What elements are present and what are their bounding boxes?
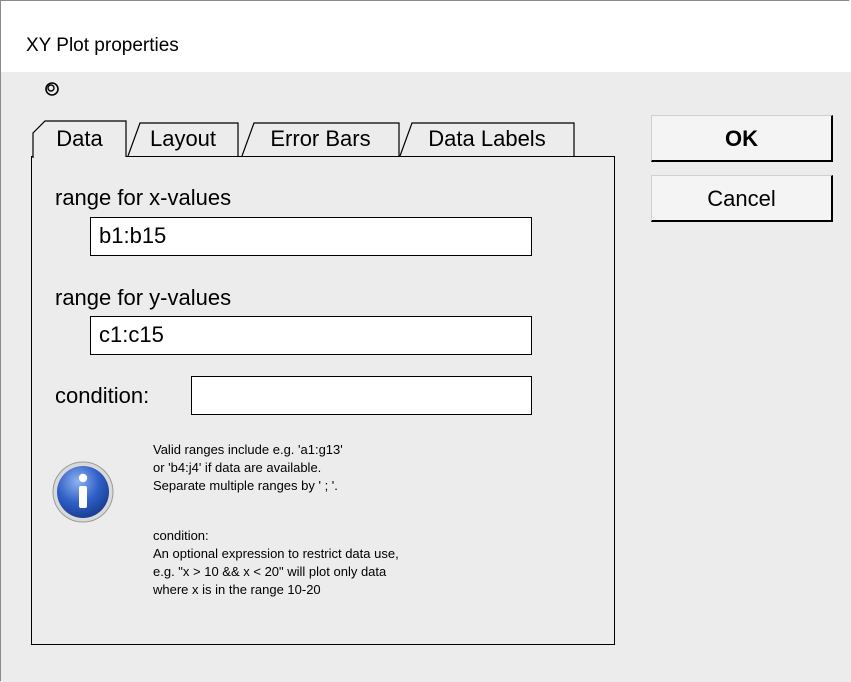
- condition-label: condition:: [55, 383, 150, 408]
- help-line: condition:: [153, 528, 209, 543]
- title-bar: XY Plot properties: [1, 1, 851, 72]
- y-range-field[interactable]: c1:c15: [90, 316, 532, 355]
- tab-data-labels-label: Data Labels: [428, 126, 546, 151]
- tab-error-bars-label: Error Bars: [270, 126, 371, 151]
- y-range-label: range for y-values: [55, 285, 232, 310]
- help-line: An optional expression to restrict data …: [153, 546, 399, 561]
- cancel-button[interactable]: Cancel: [651, 175, 833, 222]
- x-range-field[interactable]: b1:b15: [90, 217, 532, 256]
- window-title: XY Plot properties: [26, 35, 179, 56]
- tab-data-label: Data: [56, 126, 103, 151]
- condition-field[interactable]: [191, 376, 532, 415]
- help-line: where x is in the range 10-20: [153, 582, 321, 597]
- info-icon: [52, 461, 114, 523]
- dialog-window: XY Plot properties Layout Error Bars Dat…: [0, 0, 851, 681]
- tab-layout-label: Layout: [149, 126, 217, 151]
- help-text-condition: condition: An optional expression to res…: [153, 527, 399, 599]
- tab-data-labels[interactable]: Data Labels: [399, 122, 575, 157]
- tab-error-bars[interactable]: Error Bars: [241, 122, 400, 157]
- help-text-ranges: Valid ranges include e.g. 'a1:g13' or 'b…: [153, 441, 343, 495]
- help-line: e.g. "x > 10 && x < 20" will plot only d…: [153, 564, 387, 579]
- x-range-label: range for x-values: [55, 185, 232, 210]
- tab-data[interactable]: Data: [32, 120, 127, 158]
- help-line: or 'b4:j4' if data are available.: [153, 460, 322, 475]
- ok-button[interactable]: OK: [651, 115, 833, 162]
- help-line: Valid ranges include e.g. 'a1:g13': [153, 442, 343, 457]
- tab-layout[interactable]: Layout: [127, 122, 239, 157]
- help-line: Separate multiple ranges by ' ; '.: [153, 478, 338, 493]
- pin-icon[interactable]: [44, 81, 60, 97]
